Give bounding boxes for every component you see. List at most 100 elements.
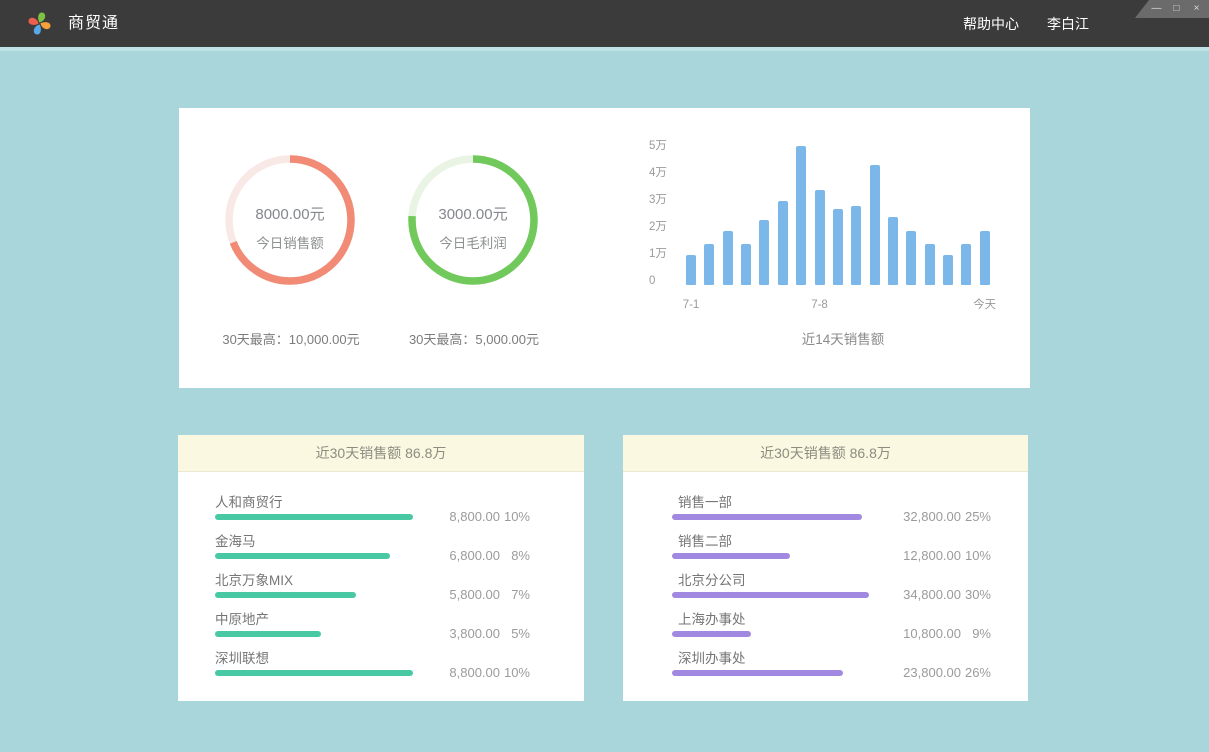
list-item-amount: 5,800.00 xyxy=(404,587,500,602)
list-item-bar xyxy=(215,514,413,520)
list-item-amount: 34,800.00 xyxy=(865,587,961,602)
bar-day-11 xyxy=(870,165,880,285)
list-item: 北京万象MIX5,800.007% xyxy=(178,568,584,607)
list-item: 深圳联想8,800.0010% xyxy=(178,646,584,685)
list-item-values: 34,800.0030% xyxy=(865,587,991,602)
list-item-bar xyxy=(215,553,390,559)
y-axis-tick: 2万 xyxy=(649,220,683,234)
list-item-name: 深圳办事处 xyxy=(672,646,1028,667)
customers-list: 人和商贸行8,800.0010%金海马6,800.008%北京万象MIX5,80… xyxy=(178,473,584,685)
bar-day-17 xyxy=(980,231,990,285)
list-item: 中原地产3,800.005% xyxy=(178,607,584,646)
list-item-amount: 12,800.00 xyxy=(865,548,961,563)
list-item: 销售二部12,800.0010% xyxy=(623,529,1028,568)
list-item-name: 人和商贸行 xyxy=(215,490,584,511)
y-axis-tick: 4万 xyxy=(649,166,683,180)
y-axis-tick: 1万 xyxy=(649,247,683,261)
list-item-percent: 8% xyxy=(500,548,530,563)
bar-day-12 xyxy=(888,217,898,285)
bar-day-1 xyxy=(686,255,696,285)
list-item-bar xyxy=(672,514,862,520)
departments-sales-card: 近30天销售额 86.8万 销售一部32,800.0025%销售二部12,800… xyxy=(623,435,1028,701)
maximize-button[interactable]: □ xyxy=(1170,0,1183,18)
list-item-bar xyxy=(215,592,356,598)
y-axis-tick: 3万 xyxy=(649,193,683,207)
list-item-amount: 8,800.00 xyxy=(404,665,500,680)
today-sales-label: 今日销售额 xyxy=(224,232,356,252)
list-item-values: 10,800.009% xyxy=(865,626,991,641)
list-item-bar xyxy=(672,553,790,559)
x-axis-label: 7-1 xyxy=(661,298,721,312)
titlebar-menu: 帮助中心 李白江 xyxy=(963,0,1089,47)
list-item: 人和商贸行8,800.0010% xyxy=(178,490,584,529)
bar-day-3 xyxy=(723,231,733,285)
list-item-amount: 6,800.00 xyxy=(404,548,500,563)
list-item-amount: 3,800.00 xyxy=(404,626,500,641)
list-item-name: 北京万象MIX xyxy=(215,568,584,589)
list-item: 上海办事处10,800.009% xyxy=(623,607,1028,646)
card-title: 近30天销售额 86.8万 xyxy=(178,435,584,472)
today-sales-value: 8000.00元 xyxy=(224,203,356,224)
today-profit-label: 今日毛利润 xyxy=(407,232,539,252)
list-item-percent: 25% xyxy=(961,509,991,524)
list-item-bar xyxy=(672,670,843,676)
list-item-bar xyxy=(672,592,869,598)
today-sales-donut: 8000.00元 今日销售额 xyxy=(224,154,356,286)
list-item: 销售一部32,800.0025% xyxy=(623,490,1028,529)
today-profit-donut: 3000.00元 今日毛利润 xyxy=(407,154,539,286)
profit-30day-max: 30天最高：5,000.00元 xyxy=(344,329,604,348)
list-item-bar xyxy=(672,631,751,637)
list-item-values: 8,800.0010% xyxy=(404,509,530,524)
list-item-percent: 5% xyxy=(500,626,530,641)
list-item-amount: 8,800.00 xyxy=(404,509,500,524)
username-link[interactable]: 李白江 xyxy=(1047,14,1089,34)
bar-day-7 xyxy=(796,146,806,285)
list-item-percent: 10% xyxy=(961,548,991,563)
app-logo-icon xyxy=(25,9,54,38)
x-axis-label: 今天 xyxy=(955,298,1015,312)
summary-card: 8000.00元 今日销售额 3000.00元 今日毛利润 30天最高：10,0… xyxy=(179,108,1030,388)
list-item-values: 32,800.0025% xyxy=(865,509,991,524)
customers-sales-card: 近30天销售额 86.8万 人和商贸行8,800.0010%金海马6,800.0… xyxy=(178,435,584,701)
list-item-percent: 7% xyxy=(500,587,530,602)
list-item-name: 北京分公司 xyxy=(672,568,1028,589)
today-profit-value: 3000.00元 xyxy=(407,203,539,224)
list-item: 北京分公司34,800.0030% xyxy=(623,568,1028,607)
bar-day-15 xyxy=(943,255,953,285)
app-title: 商贸通 xyxy=(68,0,119,47)
help-center-link[interactable]: 帮助中心 xyxy=(963,14,1019,34)
title-bar: 商贸通 帮助中心 李白江 — □ × xyxy=(0,0,1209,47)
list-item-values: 8,800.0010% xyxy=(404,665,530,680)
close-button[interactable]: × xyxy=(1190,0,1203,18)
list-item-percent: 10% xyxy=(500,509,530,524)
bar-chart xyxy=(686,108,1006,285)
list-item-percent: 30% xyxy=(961,587,991,602)
list-item-name: 销售一部 xyxy=(672,490,1028,511)
list-item-name: 上海办事处 xyxy=(672,607,1028,628)
bar-day-5 xyxy=(759,220,769,285)
list-item-values: 12,800.0010% xyxy=(865,548,991,563)
departments-list: 销售一部32,800.0025%销售二部12,800.0010%北京分公司34,… xyxy=(623,473,1028,685)
list-item-values: 3,800.005% xyxy=(404,626,530,641)
content-top-highlight xyxy=(0,47,1209,51)
window-controls: — □ × xyxy=(1135,0,1209,18)
list-item-bar xyxy=(215,631,321,637)
app-window: 商贸通 帮助中心 李白江 — □ × 8000.00元 今日销售额 3000 xyxy=(0,0,1209,752)
list-item-name: 金海马 xyxy=(215,529,584,550)
bar-day-16 xyxy=(961,244,971,285)
list-item-percent: 26% xyxy=(961,665,991,680)
list-item-amount: 23,800.00 xyxy=(865,665,961,680)
list-item-amount: 32,800.00 xyxy=(865,509,961,524)
list-item: 金海马6,800.008% xyxy=(178,529,584,568)
card-title: 近30天销售额 86.8万 xyxy=(623,435,1028,472)
y-axis-tick: 0 xyxy=(649,274,683,288)
bar-day-9 xyxy=(833,209,843,285)
bar-day-10 xyxy=(851,206,861,285)
list-item-name: 中原地产 xyxy=(215,607,584,628)
y-axis-tick: 5万 xyxy=(649,139,683,153)
bar-day-2 xyxy=(704,244,714,285)
minimize-button[interactable]: — xyxy=(1150,0,1163,18)
bar-day-4 xyxy=(741,244,751,285)
bar-day-6 xyxy=(778,201,788,285)
list-item: 深圳办事处23,800.0026% xyxy=(623,646,1028,685)
